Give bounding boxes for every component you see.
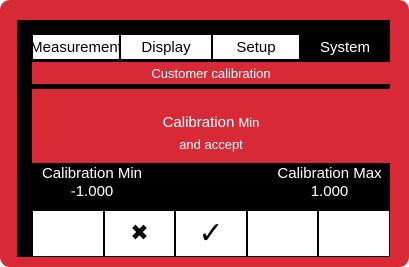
instruction-main-text: Calibration (162, 114, 235, 131)
tab-display[interactable]: Display (120, 34, 212, 60)
tab-measurement[interactable]: Measurement (30, 34, 122, 60)
softkey-5-button[interactable] (318, 210, 390, 257)
instruction-panel: Calibration Min and accept (32, 89, 390, 163)
instruction-line-1: Calibration Min (32, 114, 390, 131)
close-icon: ✖ (130, 221, 149, 246)
tab-setup[interactable]: Setup (212, 34, 300, 60)
softkey-1-button[interactable] (32, 210, 104, 257)
accept-button[interactable]: ✓ (175, 210, 247, 257)
page-title: Customer calibration (32, 62, 390, 84)
display-screen: Measurement Display Setup System Custome… (17, 20, 390, 257)
device-frame: Measurement Display Setup System Custome… (0, 0, 409, 267)
instruction-small-text: Min (238, 115, 260, 130)
calibration-max-label: Calibration Max (277, 165, 382, 182)
instruction-line-2: and accept (179, 137, 243, 152)
tab-system[interactable]: System (300, 34, 390, 60)
softkey-4-button[interactable] (247, 210, 318, 257)
cancel-button[interactable]: ✖ (104, 210, 175, 257)
tab-bar: Measurement Display Setup System (17, 34, 390, 60)
calibration-max-value: 1.000 (310, 183, 349, 200)
check-icon: ✓ (198, 216, 224, 251)
calibration-min-value: -1.000 (70, 183, 114, 200)
calibration-min-label: Calibration Min (41, 165, 143, 182)
